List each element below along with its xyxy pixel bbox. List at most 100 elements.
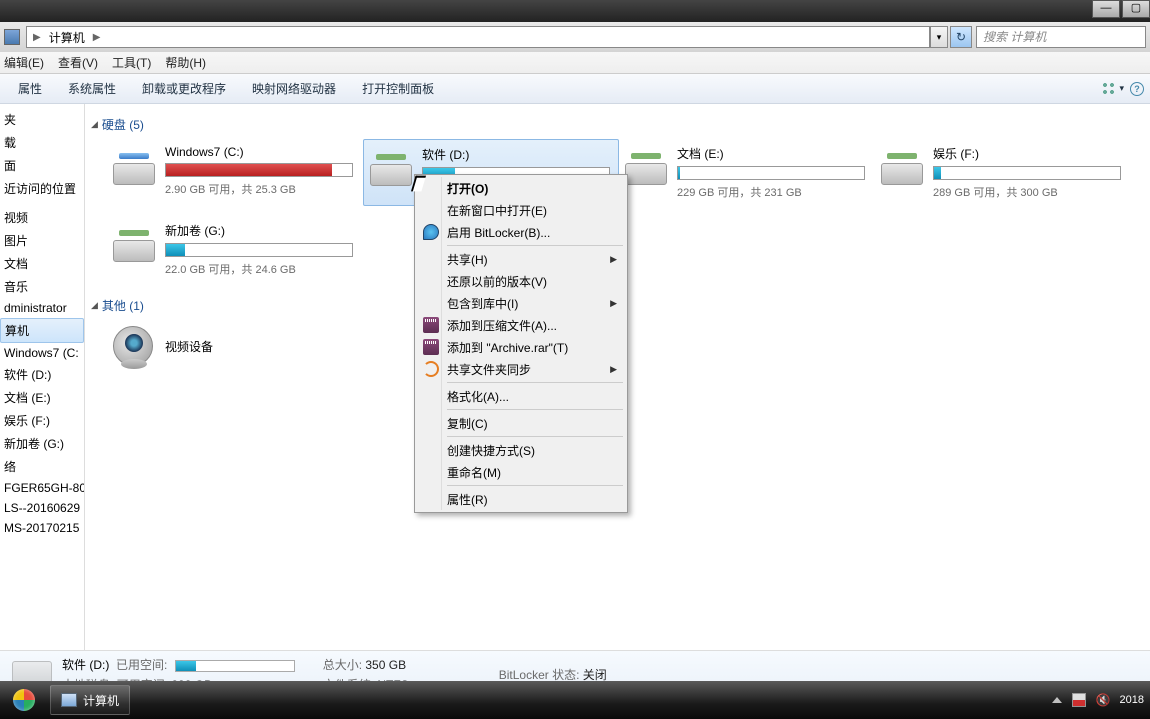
section-disks[interactable]: ◢ 硬盘 (5) [91, 116, 1144, 133]
tray-expand-icon[interactable] [1052, 697, 1062, 703]
start-button[interactable] [4, 685, 44, 715]
sidebar-item[interactable]: 络 [0, 455, 84, 478]
archive-icon [423, 317, 439, 333]
sidebar-item[interactable]: 音乐 [0, 275, 84, 298]
cm-add-archive[interactable]: 添加到压缩文件(A)... [417, 314, 625, 336]
drive-item[interactable]: Windows7 (C:) 2.90 GB 可用，共 25.3 GB [107, 139, 363, 206]
drive-icon [881, 151, 923, 185]
cm-enable-bitlocker[interactable]: 启用 BitLocker(B)... [417, 221, 625, 243]
menu-edit[interactable]: 编辑(E) [4, 54, 44, 71]
webcam-icon [113, 326, 153, 366]
sidebar-item[interactable]: 新加卷 (G:) [0, 432, 84, 455]
drive-item[interactable]: 新加卷 (G:) 22.0 GB 可用，共 24.6 GB [107, 216, 363, 283]
toolbar-system-properties[interactable]: 系统属性 [68, 80, 116, 97]
breadcrumb-dropdown[interactable]: ▾ [930, 26, 948, 48]
cm-add-archive-rar[interactable]: 添加到 "Archive.rar"(T) [417, 336, 625, 358]
breadcrumb-computer[interactable]: 计算机 [49, 29, 85, 46]
cm-copy[interactable]: 复制(C) [417, 412, 625, 434]
drive-usage-bar [677, 166, 865, 180]
drive-free-text: 2.90 GB 可用，共 25.3 GB [165, 181, 357, 197]
sidebar-item[interactable]: 算机 [0, 318, 84, 343]
sidebar-item[interactable]: MS-20170215 [0, 518, 84, 538]
drive-item[interactable]: 文档 (E:)229 GB 可用，共 231 GB [619, 139, 875, 206]
system-tray[interactable]: 2018 [1052, 693, 1150, 707]
cm-open-new-window[interactable]: 在新窗口中打开(E) [417, 199, 625, 221]
cm-sync-folder[interactable]: 共享文件夹同步▶ [417, 358, 625, 380]
taskbar-app-label: 计算机 [83, 692, 119, 709]
details-used-label: 已用空间: [116, 658, 167, 672]
action-center-icon[interactable] [1072, 693, 1086, 707]
sidebar-item[interactable]: 夹 [0, 108, 84, 131]
breadcrumb[interactable]: ▶ 计算机 ▶ [26, 26, 930, 48]
cm-restore-versions[interactable]: 还原以前的版本(V) [417, 270, 625, 292]
view-mode-button[interactable]: ▾ [1102, 82, 1124, 96]
shield-icon [423, 224, 439, 240]
cm-rename[interactable]: 重命名(M) [417, 461, 625, 483]
sidebar-item[interactable]: 近访问的位置 [0, 177, 84, 200]
cm-share[interactable]: 共享(H)▶ [417, 248, 625, 270]
details-total-value: 350 GB [365, 658, 406, 672]
details-bitlocker-label: BitLocker 状态: [499, 668, 580, 682]
sidebar-item[interactable]: 文档 (E:) [0, 386, 84, 409]
cm-create-shortcut[interactable]: 创建快捷方式(S) [417, 439, 625, 461]
sidebar-item[interactable]: 文档 [0, 252, 84, 275]
maximize-button[interactable]: ▢ [1122, 0, 1150, 18]
chevron-right-icon: ▶ [33, 32, 41, 43]
drive-item[interactable]: 娱乐 (F:)289 GB 可用，共 300 GB [875, 139, 1131, 206]
drive-usage-bar [933, 166, 1121, 180]
chevron-right-icon: ▶ [93, 32, 101, 43]
tray-clock[interactable]: 2018 [1120, 694, 1144, 706]
archive-icon [423, 339, 439, 355]
cm-format[interactable]: 格式化(A)... [417, 385, 625, 407]
windows-logo-icon [13, 689, 35, 711]
help-button[interactable]: ? [1130, 82, 1144, 96]
details-drive-name: 软件 (D:) [62, 658, 109, 672]
sidebar-item[interactable]: dministrator [0, 298, 84, 318]
sidebar-item[interactable]: LS--20160629 [0, 498, 84, 518]
drive-free-text: 229 GB 可用，共 231 GB [677, 184, 869, 200]
details-bitlocker-value: 关闭 [583, 668, 607, 682]
drive-name: Windows7 (C:) [165, 145, 357, 159]
chevron-right-icon: ▶ [610, 364, 617, 375]
sidebar-item[interactable]: 软件 (D:) [0, 363, 84, 386]
volume-muted-icon[interactable] [1096, 693, 1110, 707]
menu-tools[interactable]: 工具(T) [112, 54, 151, 71]
window-titlebar: — ▢ [0, 0, 1150, 22]
sidebar-item[interactable]: Windows7 (C: [0, 343, 84, 363]
sidebar-item[interactable]: 图片 [0, 229, 84, 252]
cursor-icon [413, 176, 428, 196]
drive-name: 新加卷 (G:) [165, 222, 357, 239]
toolbar-properties[interactable]: 属性 [18, 80, 42, 97]
triangle-down-icon: ◢ [91, 300, 98, 311]
minimize-button[interactable]: — [1092, 0, 1120, 18]
toolbar-control-panel[interactable]: 打开控制面板 [362, 80, 434, 97]
sidebar-item[interactable]: 娱乐 (F:) [0, 409, 84, 432]
sidebar-item[interactable]: FGER65GH-80 [0, 478, 84, 498]
details-total-label: 总大小: [323, 658, 362, 672]
taskbar: 计算机 2018 [0, 681, 1150, 719]
cm-open[interactable]: 打开(O) [417, 177, 625, 199]
cm-properties[interactable]: 属性(R) [417, 488, 625, 510]
sidebar-item[interactable]: 载 [0, 131, 84, 154]
drive-name: 软件 (D:) [422, 146, 612, 163]
drive-free-text: 22.0 GB 可用，共 24.6 GB [165, 261, 357, 277]
address-bar: ▶ 计算机 ▶ ▾ ↻ 搜索 计算机 [0, 22, 1150, 52]
search-input[interactable]: 搜索 计算机 [976, 26, 1146, 48]
details-used-bar [175, 660, 295, 672]
navigation-sidebar[interactable]: 夹载面近访问的位置视频图片文档音乐dministrator算机Windows7 … [0, 104, 85, 650]
drive-icon [113, 151, 155, 185]
menu-help[interactable]: 帮助(H) [165, 54, 206, 71]
triangle-down-icon: ◢ [91, 119, 98, 130]
toolbar-map-drive[interactable]: 映射网络驱动器 [252, 80, 336, 97]
chevron-right-icon: ▶ [610, 254, 617, 265]
drive-usage-bar [165, 163, 353, 177]
sidebar-item[interactable]: 视频 [0, 206, 84, 229]
other-device-label: 视频设备 [165, 338, 213, 355]
menu-view[interactable]: 查看(V) [58, 54, 98, 71]
toolbar-uninstall[interactable]: 卸载或更改程序 [142, 80, 226, 97]
sidebar-item[interactable]: 面 [0, 154, 84, 177]
drive-name: 娱乐 (F:) [933, 145, 1125, 162]
refresh-button[interactable]: ↻ [950, 26, 972, 48]
cm-include-library[interactable]: 包含到库中(I)▶ [417, 292, 625, 314]
taskbar-app-explorer[interactable]: 计算机 [50, 685, 130, 715]
